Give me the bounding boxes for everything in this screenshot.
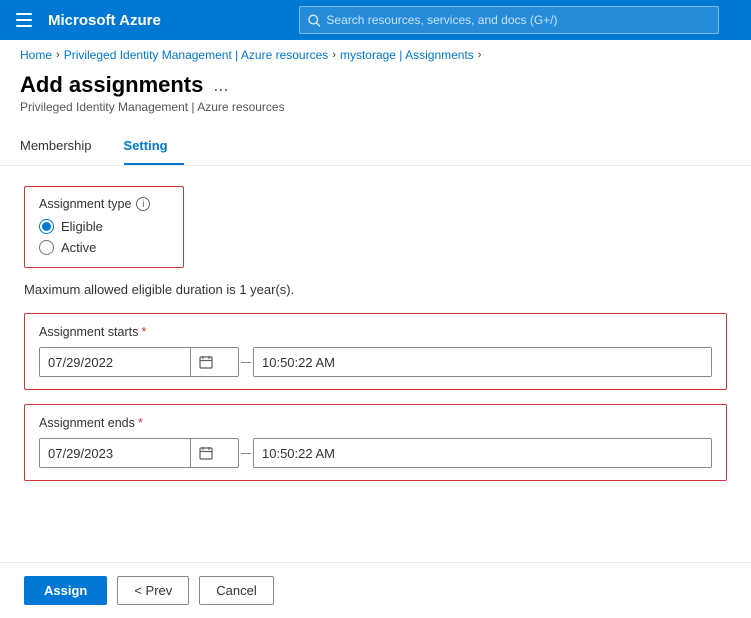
footer: Assign < Prev Cancel xyxy=(0,562,751,618)
assignment-ends-label: Assignment ends * xyxy=(39,415,712,430)
radio-eligible-label: Eligible xyxy=(61,219,103,234)
breadcrumb-sep-1: › xyxy=(56,49,60,61)
radio-eligible-input[interactable] xyxy=(39,219,54,234)
tab-setting[interactable]: Setting xyxy=(124,130,184,165)
assignment-ends-group: Assignment ends * xyxy=(24,404,727,481)
hamburger-icon[interactable] xyxy=(12,13,36,27)
assignment-type-radio-group: Eligible Active xyxy=(39,219,169,255)
page-header: Add assignments ... Privileged Identity … xyxy=(0,68,751,122)
breadcrumb-home[interactable]: Home xyxy=(20,48,52,62)
starts-date-wrapper xyxy=(39,347,239,377)
page-subtitle: Privileged Identity Management | Azure r… xyxy=(20,100,731,114)
starts-date-input[interactable] xyxy=(40,348,190,376)
page-title: Add assignments xyxy=(20,72,203,98)
breadcrumb-sep-2: › xyxy=(332,49,336,61)
ends-time-wrapper xyxy=(253,438,712,468)
ends-required-star: * xyxy=(138,415,143,430)
assignment-type-label: Assignment type i xyxy=(39,197,169,211)
radio-active-input[interactable] xyxy=(39,240,54,255)
search-input[interactable] xyxy=(326,13,710,27)
assignment-type-info-icon[interactable]: i xyxy=(136,197,150,211)
assignment-ends-row xyxy=(39,438,712,468)
starts-time-input[interactable] xyxy=(254,348,711,376)
main-content: Home › Privileged Identity Management | … xyxy=(0,40,751,618)
assignment-starts-row xyxy=(39,347,712,377)
assignment-starts-label: Assignment starts * xyxy=(39,324,712,339)
topbar: Microsoft Azure xyxy=(0,0,751,40)
assignment-starts-group: Assignment starts * xyxy=(24,313,727,390)
ends-time-input[interactable] xyxy=(254,439,711,467)
eligible-duration-info: Maximum allowed eligible duration is 1 y… xyxy=(24,282,727,297)
field-sep-ends xyxy=(241,453,251,454)
breadcrumb: Home › Privileged Identity Management | … xyxy=(0,40,751,68)
search-bar[interactable] xyxy=(299,6,719,34)
starts-required-star: * xyxy=(141,324,146,339)
azure-logo: Microsoft Azure xyxy=(48,12,161,29)
prev-button[interactable]: < Prev xyxy=(117,576,189,605)
breadcrumb-mystorage[interactable]: mystorage | Assignments xyxy=(340,48,474,62)
radio-active-label: Active xyxy=(61,240,96,255)
content-area: Assignment type i Eligible Active Maximu… xyxy=(0,166,751,515)
assignment-type-box: Assignment type i Eligible Active xyxy=(24,186,184,268)
cancel-button[interactable]: Cancel xyxy=(199,576,273,605)
tab-membership[interactable]: Membership xyxy=(20,130,108,165)
tabs-container: Membership Setting xyxy=(0,130,751,166)
ends-calendar-icon[interactable] xyxy=(190,439,220,467)
ends-date-wrapper xyxy=(39,438,239,468)
breadcrumb-pim[interactable]: Privileged Identity Management | Azure r… xyxy=(64,48,329,62)
radio-active[interactable]: Active xyxy=(39,240,169,255)
ends-date-input[interactable] xyxy=(40,439,190,467)
breadcrumb-sep-3: › xyxy=(478,49,482,61)
more-options-icon[interactable]: ... xyxy=(213,75,228,96)
field-sep-starts xyxy=(241,362,251,363)
starts-calendar-icon[interactable] xyxy=(190,348,220,376)
radio-eligible[interactable]: Eligible xyxy=(39,219,169,234)
assign-button[interactable]: Assign xyxy=(24,576,107,605)
starts-time-wrapper xyxy=(253,347,712,377)
